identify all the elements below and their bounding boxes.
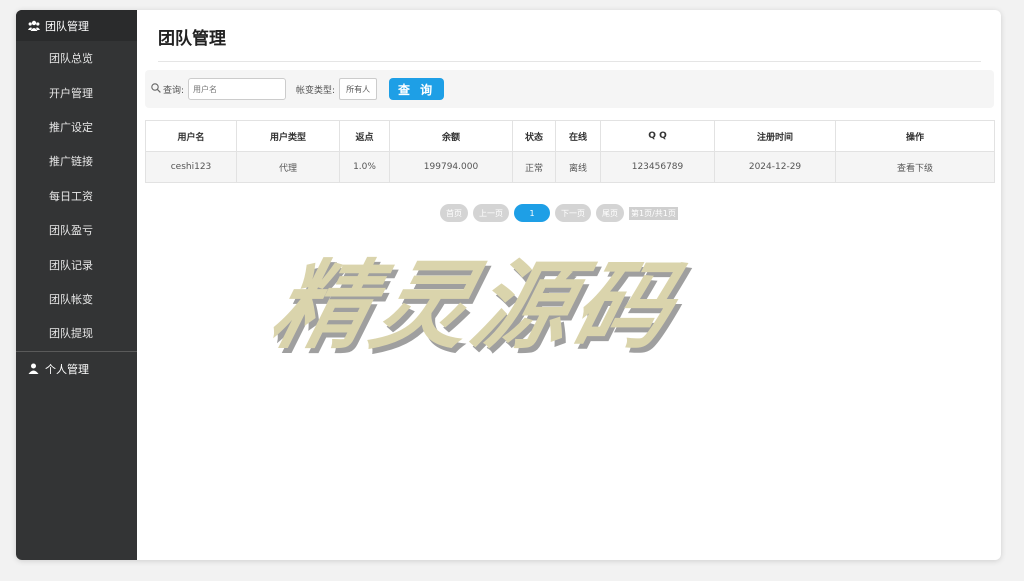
app-window: 团队管理 团队总览 开户管理 推广设定 推广链接 每日工资 团队盈亏 团队记录 … [16,10,1001,560]
sidebar-item-label: 推广设定 [49,120,93,134]
sidebar-item-label: 团队帐变 [49,292,93,306]
type-label: 帐变类型: [296,85,336,96]
search-icon [151,82,161,96]
cell-user-type: 代理 [236,151,340,183]
team-table: 用户名 用户类型 返点 余额 状态 在线 Q Q 注册时间 操作 ceshi12… [145,120,995,183]
pager-current-page[interactable]: 1 [514,204,550,222]
watermark: 精灵源码 [260,250,689,362]
sidebar-item-label: 团队总览 [49,52,93,66]
sidebar-item-team-withdrawals[interactable]: 团队提现 [16,316,137,350]
sidebar-header-personal[interactable]: 个人管理 [16,352,137,386]
cell-qq: 123456789 [600,151,715,183]
cell-online: 离线 [555,151,601,183]
cell-balance: 199794.000 [389,151,513,183]
col-header-actions: 操作 [835,120,995,152]
sidebar-item-promo-settings[interactable]: 推广设定 [16,110,137,144]
pager-info: 第1页/共1页 [629,206,678,220]
query-label: 查询: [163,85,185,96]
view-subordinates-link[interactable]: 查看下级 [835,151,995,183]
sidebar: 团队管理 团队总览 开户管理 推广设定 推广链接 每日工资 团队盈亏 团队记录 … [16,10,137,560]
team-icon [28,20,40,31]
sidebar-item-promo-link[interactable]: 推广链接 [16,144,137,178]
cell-register-time: 2024-12-29 [714,151,836,183]
page-title: 团队管理 [158,29,226,49]
table-header-row: 用户名 用户类型 返点 余额 状态 在线 Q Q 注册时间 操作 [145,120,995,152]
username-input[interactable] [188,78,287,100]
pagination: 首页 上一页 1 下一页 尾页 第1页/共1页 [440,204,678,222]
sidebar-item-team-records[interactable]: 团队记录 [16,247,137,281]
sidebar-header-team[interactable]: 团队管理 [16,10,137,41]
search-button[interactable]: 查 询 [389,78,445,100]
user-icon [28,363,39,375]
sidebar-item-label: 每日工资 [49,189,93,203]
sidebar-personal-label: 个人管理 [45,362,89,376]
pager-last-button[interactable]: 尾页 [596,204,624,222]
cell-username: ceshi123 [145,151,237,183]
pager-prev-button[interactable]: 上一页 [473,204,509,222]
table-row: ceshi123 代理 1.0% 199794.000 正常 离线 123456… [145,151,995,183]
sidebar-item-daily-wage[interactable]: 每日工资 [16,179,137,213]
col-header-online: 在线 [555,120,601,152]
sidebar-item-team-pnl[interactable]: 团队盈亏 [16,213,137,247]
sidebar-item-label: 团队记录 [49,258,93,272]
query-label-group: 查询: [151,82,185,96]
col-header-username: 用户名 [145,120,237,152]
sidebar-item-team-overview[interactable]: 团队总览 [16,41,137,75]
col-header-user-type: 用户类型 [236,120,340,152]
col-header-qq: Q Q [600,120,715,152]
col-header-register-time: 注册时间 [714,120,836,152]
title-divider [158,61,981,62]
sidebar-item-label: 团队盈亏 [49,224,93,238]
cell-status: 正常 [512,151,556,183]
type-select[interactable]: 所有人 [339,78,378,100]
col-header-status: 状态 [512,120,556,152]
sidebar-item-label: 推广链接 [49,155,93,169]
sidebar-item-label: 开户管理 [49,86,93,100]
col-header-balance: 余额 [389,120,513,152]
sidebar-item-account-opening[interactable]: 开户管理 [16,75,137,109]
cell-rebate: 1.0% [339,151,390,183]
pager-next-button[interactable]: 下一页 [555,204,591,222]
sidebar-item-label: 团队提现 [49,327,93,341]
main-content: 团队管理 查询: 帐变类型: 所有人 查 询 用户名 用户 [137,10,1001,560]
search-bar: 查询: 帐变类型: 所有人 查 询 [145,70,994,108]
sidebar-header-label: 团队管理 [45,19,89,33]
col-header-rebate: 返点 [339,120,390,152]
pager-first-button[interactable]: 首页 [440,204,468,222]
sidebar-item-team-account-changes[interactable]: 团队帐变 [16,282,137,316]
